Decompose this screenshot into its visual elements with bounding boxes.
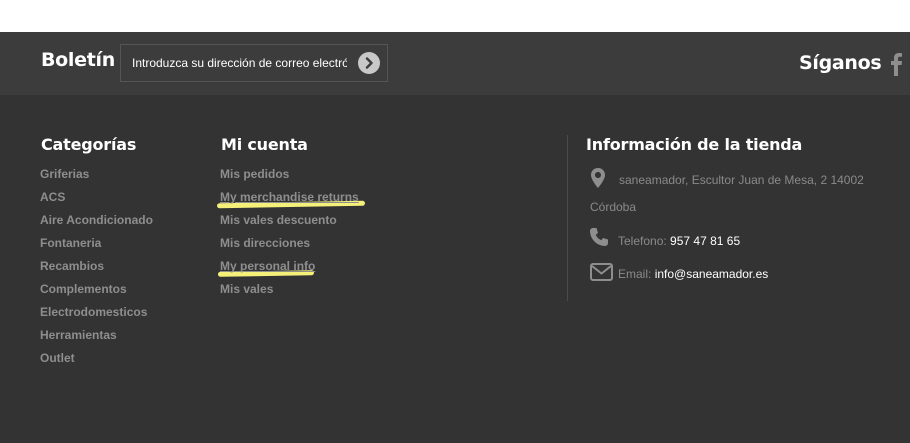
list-item: My merchandise returns (220, 185, 359, 208)
store-email-line: Email: info@saneamador.es (618, 267, 768, 281)
email-label: Email: (618, 267, 652, 281)
list-item: ACS (40, 185, 153, 208)
account-link-discounts[interactable]: Mis vales descuento (220, 213, 337, 227)
category-link[interactable]: Recambios (40, 259, 104, 273)
category-link[interactable]: Griferias (40, 167, 89, 181)
categories-list: Griferias ACS Aire Acondicionado Fontane… (40, 162, 153, 369)
email-link[interactable]: info@saneamador.es (655, 267, 769, 281)
account-link-personal-info[interactable]: My personal info (220, 259, 315, 273)
list-item: Complementos (40, 277, 153, 300)
map-pin-icon (591, 168, 605, 188)
follow-us-title: Síganos (799, 52, 882, 74)
list-item: Mis vales (220, 277, 359, 300)
list-item: Aire Acondicionado (40, 208, 153, 231)
category-link[interactable]: Outlet (40, 351, 75, 365)
list-item: Outlet (40, 346, 153, 369)
newsletter-title: Boletín (41, 49, 115, 71)
account-link-returns[interactable]: My merchandise returns (220, 190, 359, 204)
category-link[interactable]: Herramientas (40, 328, 117, 342)
category-link[interactable]: ACS (40, 190, 65, 204)
newsletter-form (120, 44, 388, 82)
newsletter-bar: Boletín Síganos (0, 32, 910, 95)
category-link[interactable]: Electrodomesticos (40, 305, 147, 319)
column-divider (567, 135, 568, 301)
newsletter-email-input[interactable] (127, 53, 352, 73)
store-address-line1: saneamador, Escultor Juan de Mesa, 2 140… (619, 173, 864, 187)
list-item: Mis pedidos (220, 162, 359, 185)
category-link[interactable]: Aire Acondicionado (40, 213, 153, 227)
list-item: My personal info (220, 254, 359, 277)
store-address-line2: Córdoba (590, 200, 637, 214)
list-item: Griferias (40, 162, 153, 185)
list-item: Electrodomesticos (40, 300, 153, 323)
categories-title: Categorías (41, 135, 137, 154)
account-link-addresses[interactable]: Mis direcciones (220, 236, 310, 250)
account-link-orders[interactable]: Mis pedidos (220, 167, 289, 181)
envelope-icon (590, 263, 613, 281)
chevron-right-icon (365, 57, 373, 69)
phone-label: Telefono: (618, 234, 667, 248)
newsletter-submit-button[interactable] (358, 52, 380, 74)
account-title: Mi cuenta (221, 135, 308, 154)
account-list: Mis pedidos My merchandise returns Mis v… (220, 162, 359, 300)
facebook-icon[interactable] (886, 48, 906, 78)
category-link[interactable]: Fontaneria (40, 236, 101, 250)
store-phone-line: Telefono: 957 47 81 65 (618, 234, 740, 248)
list-item: Mis vales descuento (220, 208, 359, 231)
list-item: Recambios (40, 254, 153, 277)
category-link[interactable]: Complementos (40, 282, 127, 296)
account-link-vouchers[interactable]: Mis vales (220, 282, 273, 296)
store-info-title: Información de la tienda (586, 135, 803, 154)
list-item: Fontaneria (40, 231, 153, 254)
list-item: Herramientas (40, 323, 153, 346)
page-top-area (0, 0, 910, 32)
phone-icon (590, 228, 608, 246)
list-item: Mis direcciones (220, 231, 359, 254)
phone-number: 957 47 81 65 (670, 234, 741, 248)
